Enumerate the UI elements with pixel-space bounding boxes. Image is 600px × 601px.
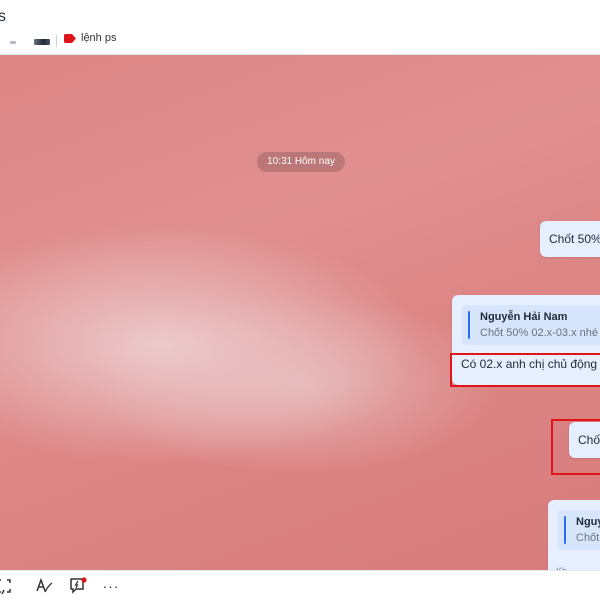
quote-bar: [564, 516, 566, 544]
quote-author: Nguyễn Hải Nam: [480, 311, 568, 323]
quote-bar: [468, 311, 470, 339]
composer-toolbar: ···: [0, 570, 600, 601]
highlight-box: [450, 353, 600, 387]
highlight-box: [551, 419, 600, 475]
redacted-info: [34, 39, 50, 45]
chat-header: s lệnh ps: [0, 0, 600, 55]
text-format-icon: [36, 578, 53, 593]
chat-area[interactable]: 10:31 Hôm nay Chốt 50% Nguyễn Hải Nam Ch…: [0, 55, 600, 570]
screenshot-button[interactable]: [0, 577, 14, 595]
quick-message-icon: [70, 577, 87, 594]
screenshot-icon: [0, 579, 11, 594]
quote-text: Chốt: [576, 532, 600, 544]
tag-icon[interactable]: [64, 34, 76, 43]
time-divider: 10:31 Hôm nay: [257, 152, 345, 172]
conversation-title: s: [0, 8, 6, 25]
quick-message-button[interactable]: [68, 577, 88, 595]
message-text: Chốt 50%: [549, 232, 600, 246]
tag-label[interactable]: lệnh ps: [81, 32, 116, 44]
quoted-message[interactable]: Nguyễn Hải Nam Chốt 50% 02.x-03.x nhé c: [462, 305, 600, 345]
quote-text: Chốt 50% 02.x-03.x nhé c: [480, 327, 600, 339]
header-divider: [56, 35, 57, 47]
text-format-button[interactable]: [34, 577, 54, 595]
member-indicator: [10, 41, 16, 44]
quoted-message[interactable]: Nguy Chốt: [558, 510, 600, 550]
more-options-icon: ···: [102, 578, 120, 594]
reply-message-bubble[interactable]: Nguy Chốt Kh: [548, 500, 600, 570]
quote-author: Nguy: [576, 516, 600, 528]
more-options-button[interactable]: ···: [101, 577, 121, 595]
message-bubble[interactable]: Chốt 50%: [540, 221, 600, 257]
